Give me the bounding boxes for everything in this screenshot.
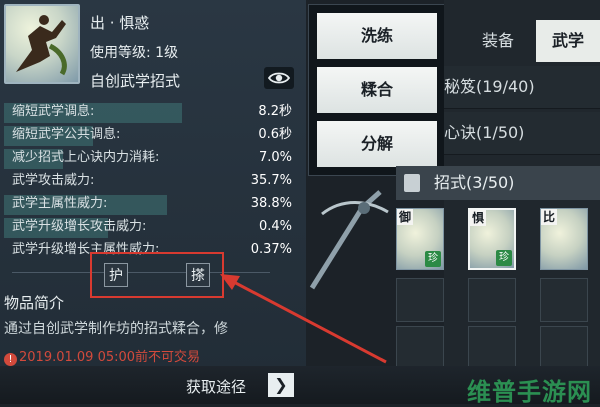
stat-row: 武学升级增长攻击威力: 0.4% — [4, 217, 300, 239]
stat-value: 0.6秒 — [258, 127, 292, 142]
category-mind-formula[interactable]: 心诀(1/50) — [444, 112, 600, 155]
tab-martial[interactable]: 武学 — [536, 20, 600, 62]
card-character: 比 — [541, 209, 557, 225]
skill-slot-highlight: 护 搽 — [90, 252, 224, 298]
empty-slot[interactable] — [468, 326, 516, 370]
stat-row: 减少招式上心诀内力消耗: 7.0% — [4, 148, 300, 170]
refine-button[interactable]: 洗练 — [317, 13, 437, 59]
stat-value: 35.7% — [250, 173, 292, 188]
stat-row: 武学攻击威力: 35.7% — [4, 171, 300, 193]
card-character: 惧 — [470, 210, 486, 226]
combine-button[interactable]: 糅合 — [317, 67, 437, 113]
section-title: 物品简介 — [4, 294, 65, 312]
item-type: 自创武学招式 — [90, 72, 181, 90]
empty-slot[interactable] — [468, 278, 516, 322]
category-secret-manual[interactable]: 秘笈(19/40) — [444, 66, 600, 109]
item-description: 通过自创武学制作坊的招式糅合，修 — [4, 321, 228, 337]
stat-label: 武学主属性威力: — [12, 196, 108, 211]
stat-row: 缩短武学公共调息: 0.6秒 — [4, 125, 300, 147]
stat-value: 8.2秒 — [258, 104, 292, 119]
skill-card[interactable]: 比 — [540, 208, 588, 270]
watermark: 维普手游网 — [467, 378, 592, 406]
acquire-label: 获取途径 — [186, 378, 247, 396]
skill-slot-1[interactable]: 护 — [104, 263, 128, 287]
empty-slot[interactable] — [540, 326, 588, 370]
tab-equipment[interactable]: 装备 — [462, 20, 534, 62]
stat-value: 0.4% — [258, 219, 292, 234]
action-menu: 洗练 糅合 分解 — [308, 4, 446, 176]
stat-row: 缩短武学调息: 8.2秒 — [4, 102, 300, 124]
warning-icon: ! — [4, 353, 17, 366]
category-label: 秘笈(19/40) — [444, 77, 535, 96]
empty-slot[interactable] — [396, 278, 444, 322]
item-icon — [4, 4, 80, 84]
trade-warning-text: 2019.01.09 05:00前不可交易 — [19, 350, 201, 365]
acquire-arrow-button[interactable]: ❯ — [268, 373, 294, 397]
book-icon — [404, 174, 420, 192]
annotation-arrow — [220, 274, 387, 364]
category-label: 心诀(1/50) — [444, 123, 525, 142]
empty-slot[interactable] — [540, 278, 588, 322]
rarity-badge: 珍 — [496, 250, 512, 266]
decompose-button[interactable]: 分解 — [317, 121, 437, 167]
item-level-requirement: 使用等级: 1级 — [90, 45, 179, 61]
stat-value: 38.8% — [250, 196, 292, 211]
eye-icon — [267, 72, 291, 84]
stat-label: 武学升级增长攻击威力: — [12, 219, 147, 234]
stat-label: 武学攻击威力: — [12, 173, 95, 188]
stat-row: 武学主属性威力: 38.8% — [4, 194, 300, 216]
item-name: 出 · 惧惑 — [90, 14, 150, 32]
skill-slot-2[interactable]: 搽 — [186, 263, 210, 287]
card-character: 御 — [397, 209, 413, 225]
martial-artist-icon — [16, 15, 67, 76]
stat-label: 缩短武学调息: — [12, 104, 95, 119]
category-moves-header[interactable]: 招式(3/50) — [396, 166, 600, 200]
skill-card[interactable]: 御 珍 — [396, 208, 444, 270]
empty-slot[interactable] — [396, 326, 444, 370]
trade-warning: ! 2019.01.09 05:00前不可交易 — [4, 346, 200, 366]
stats-list: 缩短武学调息: 8.2秒 缩短武学公共调息: 0.6秒 减少招式上心诀内力消耗:… — [4, 102, 300, 263]
stat-label: 减少招式上心诀内力消耗: — [12, 150, 160, 165]
skill-card-selected[interactable]: 惧 珍 — [468, 208, 516, 270]
category-label: 招式(3/50) — [434, 173, 515, 192]
stat-value: 0.37% — [250, 242, 292, 257]
rarity-badge: 珍 — [425, 251, 441, 267]
preview-button[interactable] — [264, 67, 294, 89]
stat-value: 7.0% — [258, 150, 292, 165]
stat-label: 缩短武学公共调息: — [12, 127, 121, 142]
